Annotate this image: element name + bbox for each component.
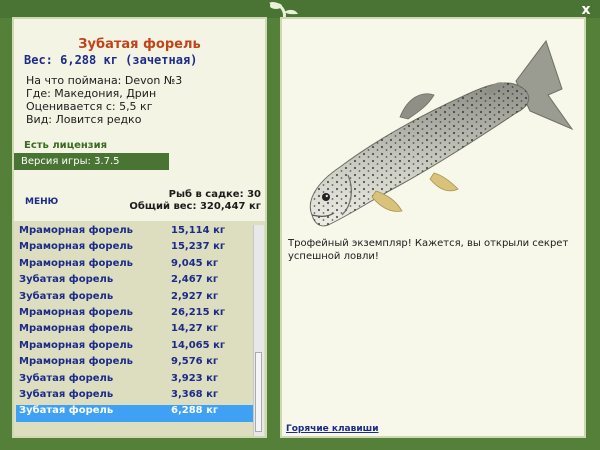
trout-image	[309, 39, 574, 227]
list-item[interactable]: Мраморная форель 14,27 кг	[16, 323, 253, 339]
trophy-message: Трофейный экземпляр! Кажется, вы открыли…	[288, 238, 569, 262]
fish-info-panel: Зубатая форель Вес: 6,288 кг (зачетная) …	[12, 17, 267, 438]
list-item[interactable]: Мраморная форель 9,045 кг	[16, 258, 253, 274]
trophy-threshold-info: Оценивается с: 5,5 кг	[26, 100, 153, 113]
fish-name: Зубатая форель	[78, 37, 201, 52]
catch-fish-name: Зубатая форель	[19, 405, 114, 417]
catch-fish-weight: 15,114 кг	[171, 225, 226, 236]
catch-fish-name: Мраморная форель	[19, 241, 133, 253]
list-item[interactable]: Мраморная форель 14,065 кг	[16, 340, 253, 356]
catch-fish-weight: 14,065 кг	[171, 339, 226, 351]
list-item[interactable]: Мраморная форель 15,114 кг	[16, 225, 253, 241]
catch-fish-weight: 9,045 кг	[171, 257, 219, 269]
list-item[interactable]: Мраморная форель 26,215 кг	[16, 307, 253, 323]
catch-fish-name: Зубатая форель	[19, 372, 114, 384]
catch-fish-name: Мраморная форель	[19, 225, 133, 236]
game-window: x Зубатая форель Вес: 6,288 кг (зачетная…	[0, 0, 600, 450]
catch-fish-weight: 14,27 кг	[171, 323, 219, 335]
species-rarity-info: Вид: Ловится редко	[26, 113, 142, 126]
list-scrollbar[interactable]	[253, 225, 264, 436]
license-status: Есть лицензия	[24, 140, 108, 151]
catch-fish-name: Зубатая форель	[19, 274, 114, 286]
catch-fish-weight: 3,923 кг	[171, 372, 219, 384]
list-item[interactable]: Зубатая форель 2,467 кг	[16, 274, 253, 290]
game-version: Версия игры: 3.7.5	[14, 153, 169, 170]
catch-list: Мраморная форель 15,114 кг Мраморная форел…	[14, 221, 265, 436]
hotkeys-link[interactable]: Горячие клавиши	[286, 424, 379, 434]
close-button[interactable]: x	[578, 2, 594, 18]
menu-button[interactable]: МЕНЮ	[25, 197, 58, 207]
catch-fish-name: Мраморная форель	[19, 323, 133, 335]
scrollbar-thumb[interactable]	[255, 352, 262, 432]
catch-fish-name: Мраморная форель	[19, 356, 133, 368]
fish-weight: Вес: 6,288 кг (зачетная)	[24, 53, 198, 67]
catch-fish-name: Мраморная форель	[19, 257, 133, 269]
list-item[interactable]: Зубатая форель 6,288 кг	[16, 405, 253, 422]
fish-details: На что поймана: Devon №3 Где: Македония,…	[26, 74, 182, 126]
location-info: Где: Македония, Дрин	[26, 87, 157, 100]
catch-fish-weight: 26,215 кг	[171, 306, 226, 318]
list-item[interactable]: Зубатая форель 2,927 кг	[16, 291, 253, 307]
catch-fish-weight: 3,368 кг	[171, 388, 219, 400]
catch-fish-weight: 2,467 кг	[171, 274, 219, 286]
fish-count: Рыб в садке: 30	[168, 189, 261, 200]
catch-fish-weight: 2,927 кг	[171, 290, 219, 302]
catch-list-items: Мраморная форель 15,114 кг Мраморная форел…	[16, 225, 253, 422]
bait-info: На что поймана: Devon №3	[26, 74, 183, 87]
keepnet-stats: Рыб в садке: 30 Общий вес: 320,447 кг	[129, 189, 261, 213]
catch-fish-weight: 6,288 кг	[171, 405, 219, 417]
list-item[interactable]: Мраморная форель 15,237 кг	[16, 241, 253, 257]
list-item[interactable]: Зубатая форель 3,368 кг	[16, 389, 253, 405]
total-weight: Общий вес: 320,447 кг	[129, 201, 261, 212]
list-item[interactable]: Мраморная форель 9,576 кг	[16, 356, 253, 372]
fish-view-panel: Трофейный экземпляр! Кажется, вы открыли…	[280, 17, 586, 438]
list-item[interactable]: Зубатая форель 3,923 кг	[16, 373, 253, 389]
catch-fish-weight: 15,237 кг	[171, 241, 226, 253]
catch-fish-name: Мраморная форель	[19, 306, 133, 318]
catch-fish-name: Зубатая форель	[19, 388, 114, 400]
catch-fish-weight: 9,576 кг	[171, 356, 219, 368]
catch-fish-name: Мраморная форель	[19, 339, 133, 351]
catch-fish-name: Зубатая форель	[19, 290, 114, 302]
